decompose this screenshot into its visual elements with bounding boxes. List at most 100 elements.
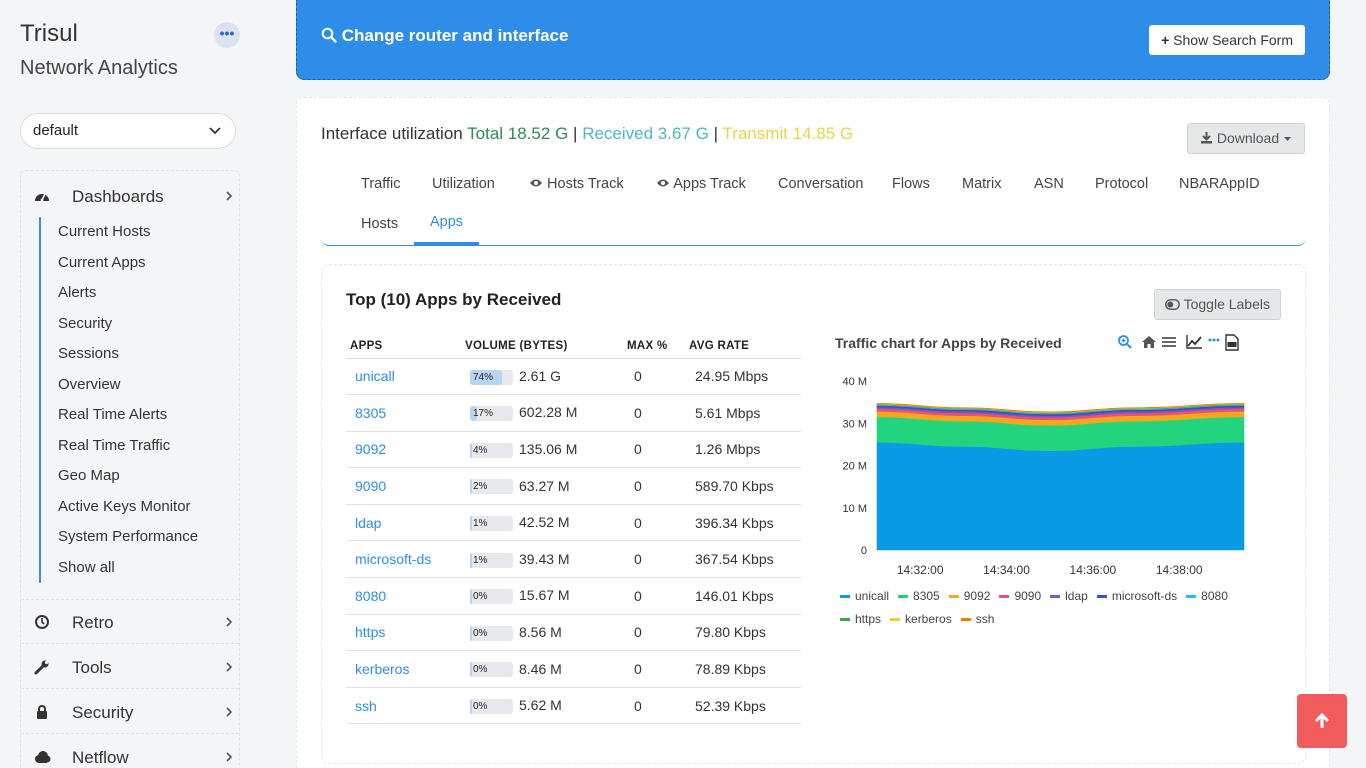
chevron-right-icon [225, 613, 233, 634]
utilization-transmit: Transmit 14.85 G [722, 124, 854, 143]
sidebar-group-retro[interactable]: Retro [21, 603, 241, 643]
legend-item[interactable]: 8080 [1186, 587, 1228, 610]
area-series-unicall[interactable] [876, 441, 1245, 551]
legend-item[interactable]: 9090 [999, 587, 1041, 610]
volume-bar: 0% [470, 699, 513, 715]
sidebar-item-real-time-traffic[interactable]: Real Time Traffic [41, 431, 239, 462]
sidebar-item-active-keys-monitor[interactable]: Active Keys Monitor [41, 492, 239, 523]
legend-item[interactable]: ssh [960, 610, 994, 633]
app-link[interactable]: microsoft-ds [346, 540, 461, 579]
eye-icon [656, 176, 673, 192]
sidebar-item-sessions[interactable]: Sessions [41, 339, 239, 370]
sidebar-group-netflow[interactable]: Netflow [21, 738, 241, 768]
legend-item[interactable]: ldap [1050, 587, 1088, 610]
tab-matrix[interactable]: Matrix [962, 168, 1001, 208]
table-row: 8080 0% 15.67 M 0 146.01 Kbps [346, 577, 801, 615]
legend-swatch [948, 595, 959, 599]
column-header-volume[interactable]: VOLUME (BYTES) [461, 334, 623, 359]
pdf-export-icon[interactable] [1225, 334, 1239, 355]
toggle-labels-button[interactable]: Toggle Labels [1153, 289, 1281, 320]
app-link[interactable]: unicall [346, 358, 461, 396]
tab-traffic[interactable]: Traffic [361, 168, 400, 208]
sidebar-item-current-apps[interactable]: Current Apps [41, 248, 239, 279]
column-header-avg-rate[interactable]: AVG RATE [685, 334, 801, 359]
volume-value: 63.27 M [519, 477, 570, 494]
app-link[interactable]: ldap [346, 504, 461, 542]
menu-icon[interactable] [1161, 334, 1177, 354]
x-tick-label: 14:34:00 [983, 563, 1030, 577]
volume-value: 5.62 M [519, 697, 562, 714]
app-link[interactable]: https [346, 614, 461, 652]
sidebar-item-geo-map[interactable]: Geo Map [41, 461, 239, 492]
y-tick-label: 30 M [843, 418, 867, 430]
app-link[interactable]: 9092 [346, 431, 461, 469]
show-search-form-button[interactable]: + Show Search Form [1149, 25, 1305, 55]
legend-label: unicall [855, 589, 890, 603]
scroll-to-top-button[interactable] [1297, 694, 1347, 748]
app-link[interactable]: kerberos [346, 650, 461, 688]
app-link[interactable]: ssh [346, 687, 461, 725]
tab-hosts[interactable]: Hosts [361, 208, 398, 248]
table-row: 9090 2% 63.27 M 0 589.70 Kbps [346, 467, 801, 505]
legend-item[interactable]: 9092 [948, 587, 990, 610]
avg-rate-cell: 589.70 Kbps [685, 467, 801, 505]
utilization-label: Interface utilization [321, 124, 463, 143]
download-label: Download [1216, 130, 1280, 146]
utilization-total: Total 18.52 G [467, 124, 569, 143]
tab-conversation[interactable]: Conversation [778, 168, 863, 208]
eye-icon [529, 176, 547, 192]
legend-item[interactable]: 8305 [898, 587, 940, 610]
table-row: 8305 17% 602.28 M 0 5.61 Mbps [346, 394, 801, 432]
sidebar-item-security[interactable]: Security [41, 309, 239, 340]
avg-rate-cell: 367.54 Kbps [685, 540, 801, 579]
column-header-apps[interactable]: APPS [346, 334, 461, 359]
menu-divider [21, 688, 239, 689]
chevron-down-icon [209, 114, 221, 161]
download-button[interactable]: Download [1186, 123, 1305, 154]
app-link[interactable]: 8080 [346, 577, 461, 615]
tab-asn[interactable]: ASN [1034, 168, 1064, 208]
legend-item[interactable]: kerberos [890, 610, 952, 633]
sidebar-group-security[interactable]: Security [21, 693, 241, 733]
volume-percent: 4% [473, 444, 488, 456]
table-row: ssh 0% 5.62 M 0 52.39 Kbps [346, 687, 801, 725]
sidebar-item-system-performance[interactable]: System Performance [41, 522, 239, 553]
legend-item[interactable]: unicall [840, 587, 889, 610]
sidebar-group-dashboards[interactable]: Dashboards [21, 177, 241, 217]
line-chart-icon[interactable] [1186, 334, 1203, 354]
legend-item[interactable]: https [840, 610, 881, 633]
router-select[interactable]: default [20, 113, 236, 149]
app-link[interactable]: 8305 [346, 394, 461, 432]
max-percent-cell: 0 [623, 358, 685, 396]
home-icon[interactable] [1141, 334, 1157, 354]
sidebar-item-real-time-alerts[interactable]: Real Time Alerts [41, 400, 239, 431]
ellipsis-icon[interactable]: ••• [214, 22, 240, 48]
sidebar-item-show-all[interactable]: Show all [41, 553, 239, 584]
sidebar-group-tools[interactable]: Tools [21, 648, 241, 688]
show-search-form-label: Show Search Form [1173, 32, 1293, 48]
table-row: ldap 1% 42.52 M 0 396.34 Kbps [346, 504, 801, 542]
tab-apps-track[interactable]: Apps Track [656, 168, 746, 208]
table-row: 9092 4% 135.06 M 0 1.26 Mbps [346, 431, 801, 469]
banner-title[interactable]: Change router and interface [321, 26, 568, 46]
tab-protocol[interactable]: Protocol [1095, 168, 1148, 208]
sidebar-group-label: Netflow [72, 748, 129, 767]
tab-apps[interactable]: Apps [414, 206, 479, 246]
max-percent-cell: 0 [623, 687, 685, 725]
tab-nbarappid[interactable]: NBARAppID [1179, 168, 1260, 208]
sidebar-item-overview[interactable]: Overview [41, 370, 239, 401]
app-link[interactable]: 9090 [346, 467, 461, 505]
table-row: microsoft-ds 1% 39.43 M 0 367.54 Kbps [346, 540, 801, 579]
legend-item[interactable]: microsoft-ds [1096, 587, 1177, 610]
tab-utilization[interactable]: Utilization [432, 168, 495, 208]
chevron-right-icon [225, 748, 233, 768]
max-percent-cell: 0 [623, 467, 685, 505]
more-icon[interactable] [1208, 334, 1220, 354]
tab-hosts-track[interactable]: Hosts Track [529, 168, 624, 208]
sidebar-item-alerts[interactable]: Alerts [41, 278, 239, 309]
zoom-icon[interactable] [1117, 334, 1133, 354]
tab-flows[interactable]: Flows [892, 168, 930, 208]
column-header-max[interactable]: MAX % [623, 334, 685, 359]
volume-bar: 2% [470, 479, 513, 495]
sidebar-item-current-hosts[interactable]: Current Hosts [41, 217, 239, 248]
